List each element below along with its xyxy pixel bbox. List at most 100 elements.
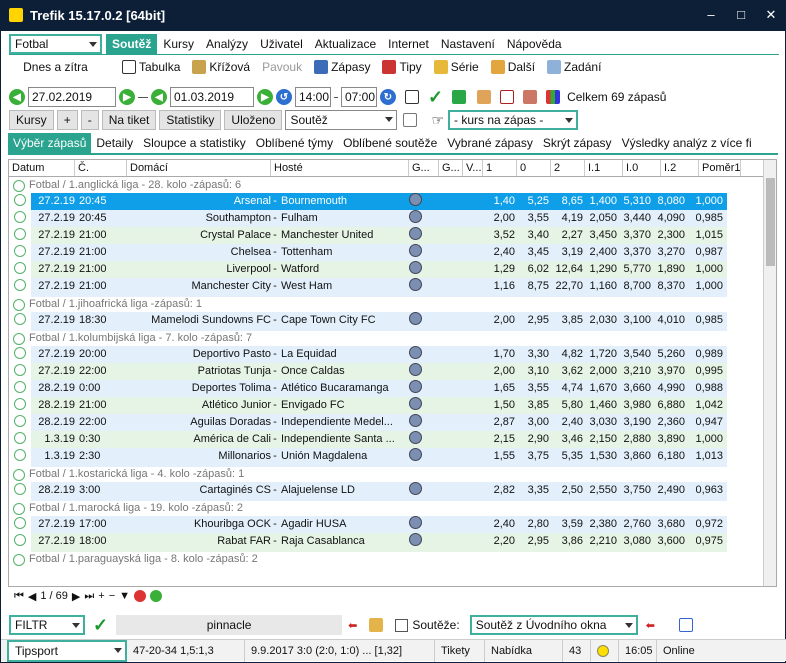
group-header[interactable]: Fotbal / 1.jihoafrická liga -zápasů: 1: [9, 296, 776, 313]
prev-date-icon[interactable]: ◀: [9, 89, 25, 105]
column-header[interactable]: I.0: [623, 160, 661, 176]
expand-icon[interactable]: [678, 618, 693, 632]
vertical-scrollbar[interactable]: [763, 160, 776, 586]
kurs-select[interactable]: - kurs na zápas -: [448, 110, 578, 130]
table-row[interactable]: 28.2.19 3:00 Cartaginés CS - Alajuelense LD 2…: [9, 482, 776, 501]
remove-icon[interactable]: −: [109, 590, 115, 602]
tab-3[interactable]: Oblíbené týmy: [251, 133, 338, 153]
kursy-button[interactable]: Kursy: [9, 110, 54, 130]
tab-6[interactable]: Skrýt zápasy: [538, 133, 617, 153]
globe-icon[interactable]: [409, 278, 422, 291]
group-header[interactable]: Fotbal / 1.kolumbijská liga - 7. kolo -z…: [9, 330, 776, 347]
menu-item-4[interactable]: Aktualizace: [309, 34, 382, 54]
person-icon[interactable]: [369, 618, 384, 632]
globe-icon[interactable]: [409, 210, 422, 223]
menu-item-3[interactable]: Uživatel: [254, 34, 309, 54]
table-row[interactable]: 27.2.19 18:30 Mamelodi Sundowns FC - Cape To…: [9, 312, 776, 331]
globe-icon[interactable]: [409, 533, 422, 546]
date-to-field[interactable]: 01.03.2019: [170, 87, 254, 107]
tab-0[interactable]: Výběr zápasů: [8, 133, 92, 153]
list-icon[interactable]: [403, 113, 418, 127]
tabulka-button[interactable]: Tabulka: [116, 60, 186, 74]
menu-item-6[interactable]: Nastavení: [435, 34, 501, 54]
refresh-icon[interactable]: ↻: [380, 89, 396, 105]
next-date2-icon[interactable]: ▶: [257, 89, 273, 105]
globe-icon[interactable]: [409, 397, 422, 410]
filtr-select[interactable]: FILTR: [9, 615, 85, 635]
table-row[interactable]: 28.2.19 22:00 Aguilas Doradas - Independient…: [9, 414, 776, 433]
globe-icon[interactable]: [409, 312, 422, 325]
table-row[interactable]: 27.2.19 17:00 Khouribga OCK - Agadir HUSA 2,4…: [9, 516, 776, 535]
globe-icon[interactable]: [409, 448, 422, 461]
sport-select[interactable]: Fotbal: [9, 33, 102, 54]
pointing-hand-icon[interactable]: ☞: [431, 112, 444, 129]
apply-check-icon[interactable]: ✓: [93, 615, 108, 636]
statistiky-button[interactable]: Statistiky: [159, 110, 222, 130]
globe-icon[interactable]: [409, 380, 422, 393]
group-header[interactable]: Fotbal / 1.paraguayská liga - 8. kolo -z…: [9, 551, 776, 568]
globe-icon[interactable]: [409, 346, 422, 359]
menu-item-5[interactable]: Internet: [382, 34, 435, 54]
table-row[interactable]: 27.2.19 22:00 Patriotas Tunja - Once Caldas 2…: [9, 363, 776, 382]
close-icon[interactable]: ✕: [756, 7, 786, 23]
document-icon[interactable]: [405, 90, 419, 104]
column-header[interactable]: Datum: [9, 160, 75, 176]
prev-date2-icon[interactable]: ◀: [151, 89, 167, 105]
pinnacle-field[interactable]: pinnacle: [116, 615, 343, 635]
date-from-field[interactable]: 27.02.2019: [28, 87, 116, 107]
group-header[interactable]: Fotbal / 1.anglická liga - 28. kolo -záp…: [9, 177, 776, 194]
table-row[interactable]: 27.2.19 21:00 Chelsea - Tottenham 2,40 3,45 3,1…: [9, 244, 776, 263]
table-row[interactable]: 28.2.19 0:00 Deportes Tolima - Atlético Buca…: [9, 380, 776, 399]
tipy-button[interactable]: Tipy: [376, 60, 427, 74]
column-header[interactable]: I.1: [585, 160, 623, 176]
minus-button[interactable]: -: [80, 110, 99, 130]
ulozeno-button[interactable]: Uloženo: [224, 110, 283, 130]
table-row[interactable]: 27.2.19 20:45 Southampton - Fulham 2,00 3,55 4,…: [9, 210, 776, 229]
group-header[interactable]: Fotbal / 1.marocká liga - 19. kolo -zápa…: [9, 500, 776, 517]
collapse-icon[interactable]: [13, 468, 25, 481]
collapse-icon[interactable]: [13, 179, 25, 192]
serie-button[interactable]: Série: [428, 60, 485, 74]
time-from-field[interactable]: 14:00: [295, 87, 331, 107]
krizova-button[interactable]: Křížová: [186, 60, 256, 74]
na-tiket-button[interactable]: Na tiket: [101, 110, 157, 130]
table-row[interactable]: 1.3.19 0:30 América de Cali - Independiente …: [9, 431, 776, 450]
globe-icon[interactable]: [409, 431, 422, 444]
chart-icon[interactable]: [546, 90, 561, 104]
stop-icon[interactable]: [134, 590, 147, 602]
column-header[interactable]: Domácí: [127, 160, 271, 176]
table-row[interactable]: 28.2.19 21:00 Atlético Junior - Envigado FC 1…: [9, 397, 776, 416]
sport-status-select[interactable]: Tipsport: [7, 639, 127, 662]
globe-icon[interactable]: [409, 227, 422, 240]
globe-icon[interactable]: [409, 193, 422, 206]
tab-2[interactable]: Sloupce a statistiky: [138, 133, 251, 153]
tab-4[interactable]: Oblíbené soutěže: [338, 133, 442, 153]
globe-icon[interactable]: [409, 414, 422, 427]
menu-item-0[interactable]: Soutěž: [106, 33, 158, 54]
globe-icon[interactable]: [409, 244, 422, 257]
column-header[interactable]: Č.: [75, 160, 127, 176]
globe-icon[interactable]: [409, 261, 422, 274]
plus-button[interactable]: +: [56, 110, 78, 130]
dalsi-button[interactable]: Další: [485, 60, 541, 74]
zapasy-button[interactable]: Zápasy: [308, 60, 376, 74]
ok-icon[interactable]: [150, 590, 163, 602]
tab-7[interactable]: Výsledky analýz z více fi: [617, 133, 757, 153]
column-header[interactable]: Poměr1: [699, 160, 741, 176]
first-page-icon[interactable]: ⏮: [14, 590, 24, 603]
euro-icon[interactable]: [452, 90, 467, 104]
minimize-icon[interactable]: –: [696, 7, 726, 23]
column-header[interactable]: V...: [463, 160, 483, 176]
collapse-icon[interactable]: [13, 298, 25, 311]
period-select[interactable]: Dnes a zítra: [9, 60, 102, 74]
collapse-icon[interactable]: [13, 502, 25, 515]
tab-1[interactable]: Detaily: [91, 133, 138, 153]
table-row[interactable]: 27.2.19 21:00 Manchester City - West Ham 1,16…: [9, 278, 776, 297]
table-row[interactable]: 27.2.19 21:00 Crystal Palace - Manchester Un…: [9, 227, 776, 246]
search-icon[interactable]: [523, 90, 538, 104]
souteze-select[interactable]: Soutěž z Úvodního okna: [469, 615, 638, 635]
group-header[interactable]: Fotbal / 1.kostarická liga - 4. kolo -zá…: [9, 466, 776, 483]
checkmark-icon[interactable]: ✓: [428, 87, 443, 108]
column-header[interactable]: G...: [439, 160, 463, 176]
collapse-icon[interactable]: [13, 553, 25, 566]
